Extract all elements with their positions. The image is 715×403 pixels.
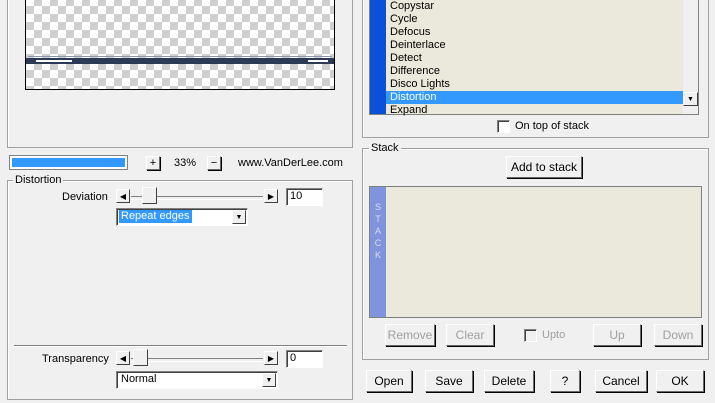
- deviation-label: Deviation: [62, 191, 108, 203]
- filter-list-item[interactable]: Defocus: [386, 26, 683, 39]
- blend-mode-select[interactable]: Normal ▼: [116, 371, 278, 389]
- deviation-slider-thumb[interactable]: [142, 187, 157, 204]
- preview-canvas: [25, 0, 335, 90]
- chevron-down-icon[interactable]: ▼: [232, 210, 246, 224]
- transparency-divider: [14, 345, 347, 347]
- edge-mode-select[interactable]: Repeat edges ▼: [116, 208, 248, 226]
- chevron-down-icon: ▼: [687, 95, 694, 103]
- save-button[interactable]: Save: [425, 370, 473, 392]
- chevron-down-icon[interactable]: ▼: [262, 373, 276, 387]
- stack-side-bar: STACK: [370, 187, 386, 317]
- list-left-bar: [370, 0, 386, 114]
- down-button[interactable]: Down: [654, 324, 702, 346]
- website-link[interactable]: www.VanDerLee.com: [238, 157, 343, 170]
- open-button[interactable]: Open: [366, 370, 412, 392]
- ok-button[interactable]: OK: [656, 370, 704, 392]
- deviation-increase-button[interactable]: ▶: [264, 189, 278, 203]
- help-button[interactable]: ?: [550, 370, 580, 392]
- add-to-stack-button[interactable]: Add to stack: [506, 156, 582, 178]
- on-top-checkbox[interactable]: [497, 120, 510, 133]
- up-button[interactable]: Up: [593, 324, 641, 346]
- left-arrow-icon: ◀: [119, 191, 127, 201]
- edge-mode-value: Repeat edges: [119, 210, 192, 223]
- stack-side-letter: A: [374, 226, 381, 236]
- zoom-value: 33%: [174, 157, 197, 169]
- upto-checkbox[interactable]: [524, 329, 537, 342]
- left-arrow-icon: ◀: [119, 353, 127, 363]
- scroll-down-button[interactable]: ▼: [683, 92, 698, 106]
- stack-side-letter: S: [374, 202, 381, 212]
- filter-listbox[interactable]: Copystar Cycle Defocus Deinterlace Detect Dif…: [369, 0, 699, 117]
- stack-side-letter: C: [374, 238, 382, 248]
- filter-list-item[interactable]: Difference: [386, 65, 683, 78]
- transparency-slider-thumb[interactable]: [133, 349, 148, 366]
- progress-bar: [9, 155, 128, 170]
- list-scrollbar[interactable]: ▼: [683, 0, 698, 114]
- zoom-out-button[interactable]: −: [207, 156, 221, 170]
- filter-list-item[interactable]: Disco Lights: [386, 78, 683, 91]
- stack-side-letter: T: [375, 214, 381, 224]
- transparency-slider-track[interactable]: [131, 358, 263, 362]
- filter-list-item[interactable]: Copystar: [386, 0, 683, 13]
- preview-image-line: [28, 56, 332, 57]
- stack-side-letter: K: [374, 250, 381, 260]
- zoom-in-button[interactable]: +: [146, 156, 160, 170]
- upto-label: Upto: [542, 329, 566, 341]
- right-arrow-icon: ▶: [267, 191, 275, 201]
- filter-list-item[interactable]: Expand: [386, 104, 683, 117]
- transparency-input[interactable]: 0: [286, 350, 323, 368]
- preview-image-strip: [26, 58, 334, 64]
- remove-button[interactable]: Remove: [385, 324, 435, 346]
- transparency-label: Transparency: [42, 353, 109, 365]
- deviation-input[interactable]: 10: [286, 188, 323, 206]
- cancel-button[interactable]: Cancel: [595, 370, 647, 392]
- transparency-decrease-button[interactable]: ◀: [116, 351, 130, 365]
- deviation-decrease-button[interactable]: ◀: [116, 189, 130, 203]
- stack-list[interactable]: STACK: [369, 186, 702, 318]
- clear-button[interactable]: Clear: [446, 324, 494, 346]
- delete-button[interactable]: Delete: [484, 370, 534, 392]
- stack-side-label: STACK: [370, 201, 386, 261]
- filter-items: Copystar Cycle Defocus Deinterlace Detect Dif…: [386, 0, 683, 117]
- progress-fill: [12, 158, 125, 167]
- preview-image-highlight-right: [308, 60, 328, 62]
- filter-list-item[interactable]: Deinterlace: [386, 39, 683, 52]
- transparency-increase-button[interactable]: ▶: [264, 351, 278, 365]
- on-top-label: On top of stack: [515, 120, 589, 132]
- filter-list-item[interactable]: Detect: [386, 52, 683, 65]
- right-arrow-icon: ▶: [267, 353, 275, 363]
- stack-group-title: Stack: [369, 142, 401, 154]
- distortion-group-title: Distortion: [13, 174, 64, 186]
- filter-list-item[interactable]: Distortion: [386, 91, 683, 104]
- filter-list-item[interactable]: Cycle: [386, 13, 683, 26]
- blend-mode-value: Normal: [121, 373, 157, 385]
- preview-image-highlight: [36, 60, 72, 62]
